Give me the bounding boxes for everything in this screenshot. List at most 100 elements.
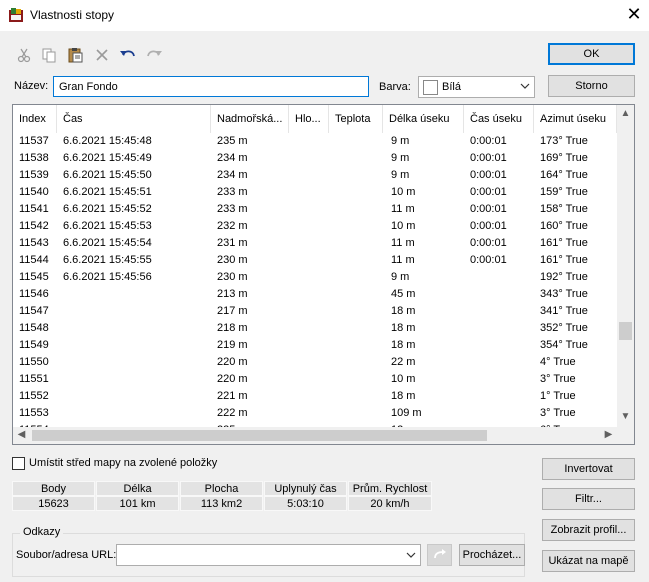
col-time-cell: 6.6.2021 15:45:48 xyxy=(63,135,152,147)
delete-icon[interactable] xyxy=(91,44,113,66)
table-row[interactable]: 11540 6.6.2021 15:45:51 233 m 10 m 0:00:01 15… xyxy=(13,184,617,201)
col-time-cell xyxy=(63,337,211,354)
col-elevation-cell: 232 m xyxy=(217,220,248,232)
filter-button[interactable]: Filtr... xyxy=(542,488,635,510)
open-link-button[interactable] xyxy=(427,544,452,566)
col-index-cell: 11553 xyxy=(19,407,49,419)
browse-button[interactable]: Procházet... xyxy=(459,544,525,566)
col-segment-length-cell: 11 m xyxy=(391,203,415,215)
col-segment-azimuth-cell: 161° True xyxy=(540,237,588,249)
ok-button[interactable]: OK xyxy=(548,43,635,65)
paste-icon[interactable] xyxy=(64,44,86,66)
col-segment-azimuth-cell: 3° True xyxy=(540,407,576,419)
table-row[interactable]: 11549 219 m 18 m 354° True xyxy=(13,337,617,354)
vertical-scroll-thumb[interactable] xyxy=(619,322,632,340)
col-segment-length-cell: 11 m xyxy=(391,254,415,266)
col-segment-time-cell: 0:00:01 xyxy=(470,220,507,232)
col-elevation-cell: 234 m xyxy=(217,169,248,181)
col-segment-length-cell: 10 m xyxy=(391,220,416,232)
col-segment-azimuth-cell: 169° True xyxy=(540,152,588,164)
table-row[interactable]: 11543 6.6.2021 15:45:54 231 m 11 m 0:00:01 16… xyxy=(13,235,617,252)
track-points-table[interactable]: Index Čas Nadmořská... Hlo... Teplota Délka ú… xyxy=(12,104,635,445)
col-segment-azimuth-cell: 343° True xyxy=(540,288,588,300)
table-row[interactable]: 11537 6.6.2021 15:45:48 235 m 9 m 0:00:01 173… xyxy=(13,133,617,150)
chevron-down-icon[interactable] xyxy=(406,550,416,563)
name-input[interactable] xyxy=(53,76,369,97)
undo-icon[interactable] xyxy=(117,44,139,66)
col-depth-header[interactable]: Hlo... xyxy=(289,105,329,133)
col-elevation-header[interactable]: Nadmořská... xyxy=(211,105,289,133)
scroll-down-icon[interactable]: ▼ xyxy=(617,411,634,422)
col-index-cell: 11538 xyxy=(19,152,49,164)
app-icon xyxy=(9,8,23,22)
col-segment-azimuth-cell: 161° True xyxy=(540,254,588,266)
col-temperature-header[interactable]: Teplota xyxy=(329,105,383,133)
col-time-cell xyxy=(63,303,211,320)
table-row[interactable]: 11538 6.6.2021 15:45:49 234 m 9 m 0:00:01 169… xyxy=(13,150,617,167)
col-segment-azimuth-cell: 164° True xyxy=(540,169,588,181)
table-row[interactable]: 11542 6.6.2021 15:45:53 232 m 10 m 0:00:01 16… xyxy=(13,218,617,235)
col-segment-time-header[interactable]: Čas úseku xyxy=(464,105,534,133)
horizontal-scrollbar[interactable]: ◀ ▶ xyxy=(13,427,617,444)
table-row[interactable]: 11551 220 m 10 m 3° True xyxy=(13,371,617,388)
redo-icon[interactable] xyxy=(143,44,165,66)
col-depth-cell xyxy=(295,235,329,252)
col-index-cell: 11549 xyxy=(19,339,49,351)
col-time-cell: 6.6.2021 15:45:49 xyxy=(63,152,152,164)
col-segment-length-cell: 9 m xyxy=(391,169,410,181)
scroll-right-icon[interactable]: ▶ xyxy=(600,429,617,440)
copy-icon[interactable] xyxy=(38,44,60,66)
invert-button[interactable]: Invertovat xyxy=(542,458,635,480)
table-row[interactable]: 11545 6.6.2021 15:45:56 230 m 9 m 192° True xyxy=(13,269,617,286)
table-row[interactable]: 11553 222 m 109 m 3° True xyxy=(13,405,617,422)
table-row[interactable]: 11541 6.6.2021 15:45:52 233 m 11 m 0:00:01 15… xyxy=(13,201,617,218)
table-row[interactable]: 11544 6.6.2021 15:45:55 230 m 11 m 0:00:01 16… xyxy=(13,252,617,269)
links-group-title: Odkazy xyxy=(20,526,64,538)
scroll-up-icon[interactable]: ▲ xyxy=(617,108,634,119)
table-row[interactable]: 11548 218 m 18 m 352° True xyxy=(13,320,617,337)
table-row[interactable]: 11552 221 m 18 m 1° True xyxy=(13,388,617,405)
table-row[interactable]: 11550 220 m 22 m 4° True xyxy=(13,354,617,371)
col-segment-length-header[interactable]: Délka úseku xyxy=(383,105,464,133)
show-on-map-button[interactable]: Ukázat na mapě xyxy=(542,550,635,572)
table-row[interactable]: 11547 217 m 18 m 341° True xyxy=(13,303,617,320)
scissors-icon[interactable] xyxy=(13,44,35,66)
col-segment-azimuth-header[interactable]: Azimut úseku xyxy=(534,105,617,133)
table-row[interactable]: 11539 6.6.2021 15:45:50 234 m 9 m 0:00:01 164… xyxy=(13,167,617,184)
col-elevation-cell: 222 m xyxy=(217,407,248,419)
col-segment-azimuth-cell: 3° True xyxy=(540,373,576,385)
col-segment-time-cell xyxy=(470,371,534,388)
url-input[interactable] xyxy=(116,544,421,566)
col-segment-time-cell: 0:00:01 xyxy=(470,203,507,215)
col-index-cell: 11539 xyxy=(19,169,49,181)
center-map-checkbox[interactable] xyxy=(12,457,25,470)
show-profile-button[interactable]: Zobrazit profil... xyxy=(542,519,635,541)
col-elevation-cell: 234 m xyxy=(217,152,248,164)
col-index-cell: 11550 xyxy=(19,356,49,368)
col-segment-length-cell: 10 m xyxy=(391,186,416,198)
col-depth-cell xyxy=(295,184,329,201)
cancel-button[interactable]: Storno xyxy=(548,75,635,97)
col-temperature-cell xyxy=(335,286,383,303)
col-time-header[interactable]: Čas xyxy=(57,105,211,133)
col-depth-cell xyxy=(295,133,329,150)
scroll-left-icon[interactable]: ◀ xyxy=(13,429,30,440)
col-segment-length-cell: 22 m xyxy=(391,356,416,368)
close-icon[interactable]: ✕ xyxy=(622,2,646,26)
col-depth-cell xyxy=(295,201,329,218)
color-select[interactable]: Bílá xyxy=(418,76,535,98)
col-index-header[interactable]: Index xyxy=(13,105,57,133)
col-segment-azimuth-cell: 352° True xyxy=(540,322,588,334)
col-temperature-cell xyxy=(335,269,383,286)
table-row[interactable]: 11546 213 m 45 m 343° True xyxy=(13,286,617,303)
stat-avg-speed-value: 20 km/h xyxy=(348,496,432,511)
col-index-cell: 11544 xyxy=(19,254,49,266)
horizontal-scroll-thumb[interactable] xyxy=(32,430,487,441)
col-elevation-cell: 220 m xyxy=(217,356,248,368)
col-segment-azimuth-cell: 341° True xyxy=(540,305,588,317)
col-depth-cell xyxy=(295,337,329,354)
table-header: Index Čas Nadmořská... Hlo... Teplota Délka ú… xyxy=(13,105,617,133)
col-segment-azimuth-cell: 192° True xyxy=(540,271,588,283)
stat-length-value: 101 km xyxy=(96,496,179,511)
vertical-scrollbar[interactable]: ▲ ▼ xyxy=(617,105,634,427)
